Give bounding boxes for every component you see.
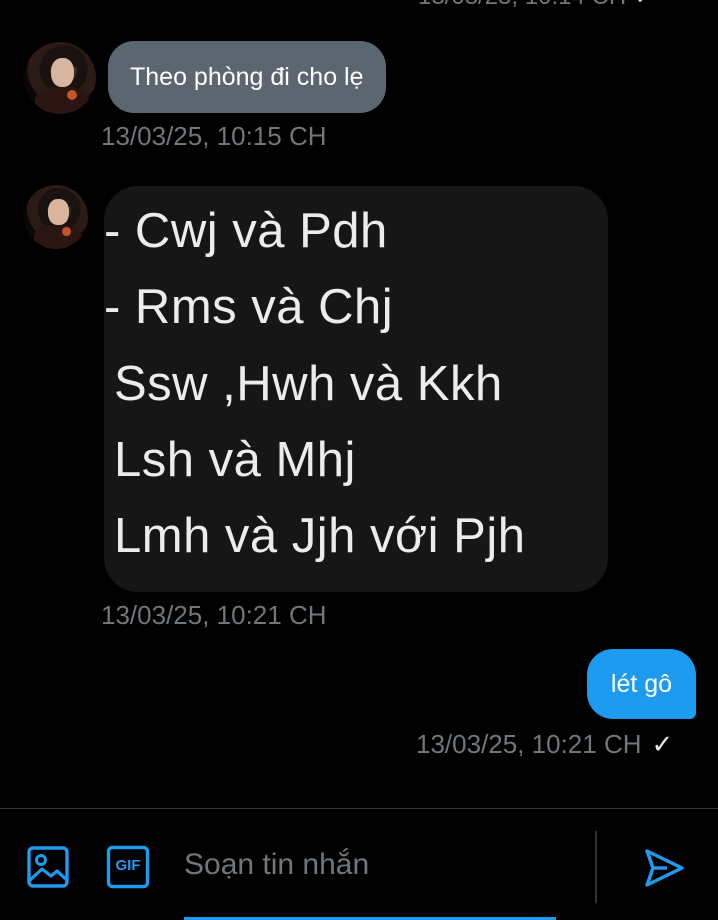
image-text-line: - Rms và Chj	[104, 280, 394, 334]
message-input-placeholder: Soạn tin nhắn	[184, 848, 370, 881]
image-text-line: Lmh và Jjh với Pjh	[114, 509, 526, 563]
message-text: lét gô	[610, 670, 673, 698]
previous-message-timestamp: 13/03/25, 10:14 CH✓	[418, 0, 654, 11]
sent-check-icon: ✓	[651, 729, 674, 759]
image-icon[interactable]	[26, 845, 70, 889]
gif-icon[interactable]: GIF	[106, 845, 150, 889]
image-text-line: - Cwj và Pdh	[104, 204, 388, 258]
image-text-line: Lsh và Mhj	[114, 433, 356, 487]
message-text: Theo phòng đi cho lẹ	[130, 63, 364, 91]
incoming-message-bubble[interactable]: Theo phòng đi cho lẹ	[108, 41, 386, 113]
outgoing-message-bubble[interactable]: lét gô	[587, 649, 696, 719]
message-composer: GIF Soạn tin nhắn	[0, 808, 718, 920]
read-check-icon: ✓	[634, 0, 654, 10]
avatar[interactable]	[24, 42, 96, 114]
message-input[interactable]: Soạn tin nhắn	[184, 833, 556, 920]
message-timestamp: 13/03/25, 10:21 CH ✓	[416, 729, 674, 759]
image-text-line: Ssw ,Hwh và Kkh	[114, 357, 503, 411]
avatar[interactable]	[24, 185, 88, 249]
composer-divider	[595, 831, 597, 903]
image-message[interactable]: - Cwj và Pdh - Rms và Chj Ssw ,Hwh và Kk…	[104, 186, 608, 592]
send-icon[interactable]	[643, 847, 685, 889]
gif-label: GIF	[115, 857, 141, 874]
message-timestamp: 13/03/25, 10:21 CH	[101, 600, 327, 630]
message-timestamp: 13/03/25, 10:15 CH	[101, 121, 327, 151]
